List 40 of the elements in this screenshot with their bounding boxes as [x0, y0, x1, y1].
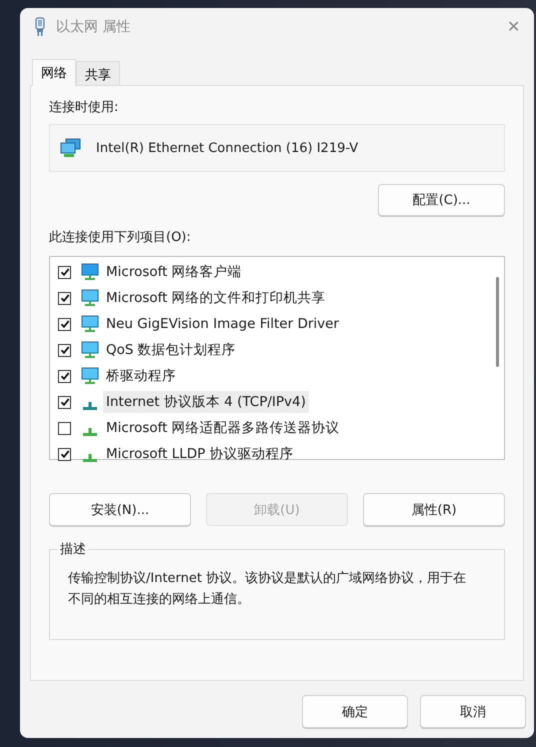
- checkbox[interactable]: [58, 318, 71, 330]
- scrollbar-thumb[interactable]: [496, 277, 499, 367]
- tab[interactable]: 网络: [32, 59, 76, 86]
- network-plug-icon: [34, 17, 46, 37]
- items-label: 此连接使用下列项目(O):: [49, 229, 192, 246]
- action-button[interactable]: 属性(R): [363, 493, 505, 526]
- checkbox[interactable]: [58, 266, 71, 278]
- list-item[interactable]: 桥驱动程序: [103, 365, 179, 387]
- list-item[interactable]: Internet 协议版本 4 (TCP/IPv4): [103, 391, 309, 413]
- monitor-icon: [81, 341, 99, 359]
- network-adapter-icon: [60, 138, 82, 158]
- list-item[interactable]: QoS 数据包计划程序: [103, 339, 239, 361]
- dialog-button[interactable]: 取消: [420, 695, 526, 728]
- protocol-icon: [83, 402, 97, 410]
- action-button[interactable]: 安装(N)...: [49, 493, 191, 526]
- checkbox[interactable]: [58, 422, 71, 434]
- protocol-icon: [83, 454, 97, 462]
- checkbox[interactable]: [58, 344, 71, 356]
- description-text: 传输控制协议/Internet 协议。该协议是默认的广域网络协议，用于在不同的相互连接的网络上通信。: [68, 570, 468, 609]
- protocol-icon: [83, 428, 97, 436]
- connect-using-label: 连接时使用:: [49, 99, 120, 116]
- configure-button[interactable]: 配置(C)...: [378, 184, 505, 216]
- checkbox[interactable]: [58, 370, 71, 382]
- monitor-icon: [81, 263, 99, 281]
- adapter-name: Intel(R) Ethernet Connection (16) I219-V: [96, 140, 358, 156]
- monitor-icon: [81, 367, 99, 385]
- list-item[interactable]: Neu GigEVision Image Filter Driver: [103, 314, 342, 334]
- tab[interactable]: 共享: [76, 61, 120, 85]
- checkbox[interactable]: [58, 448, 71, 460]
- window-title: 以太网 属性: [56, 18, 132, 36]
- list-item[interactable]: Microsoft 网络的文件和打印机共享: [103, 287, 329, 309]
- list-item[interactable]: Microsoft 网络客户端: [103, 261, 245, 283]
- monitor-icon: [81, 315, 99, 333]
- checkbox[interactable]: [58, 396, 71, 408]
- dialog-button[interactable]: 确定: [302, 695, 408, 728]
- list-item[interactable]: Microsoft 网络适配器多路传送器协议: [103, 417, 343, 439]
- monitor-icon: [81, 289, 99, 307]
- description-title: 描述: [59, 541, 87, 558]
- checkbox[interactable]: [58, 292, 71, 304]
- list-item[interactable]: Microsoft LLDP 协议驱动程序: [103, 443, 297, 465]
